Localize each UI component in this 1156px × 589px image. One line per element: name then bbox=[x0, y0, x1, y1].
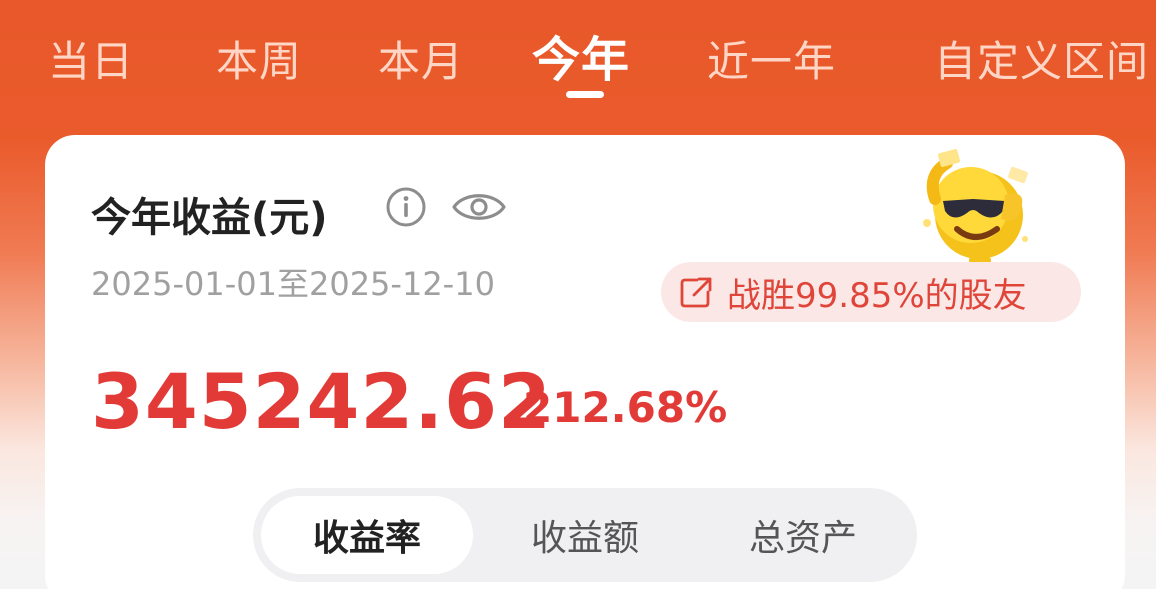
segment-return-rate[interactable]: 收益率 bbox=[261, 496, 473, 574]
tab-today[interactable]: 当日 bbox=[48, 28, 134, 89]
period-tab-bar: 当日 本周 本月 今年 近一年 自定义区间 bbox=[0, 0, 1156, 110]
eye-icon[interactable] bbox=[451, 187, 507, 227]
tab-custom-range[interactable]: 自定义区间 bbox=[934, 28, 1149, 89]
mascot-emoji-icon bbox=[923, 149, 1028, 265]
share-icon bbox=[680, 277, 712, 308]
segment-total-assets[interactable]: 总资产 bbox=[697, 496, 909, 574]
profit-percent: 212.68% bbox=[523, 383, 728, 432]
profit-card: 今年收益(元) 2025-01-01至2025-12-10 战胜99.85%的股… bbox=[45, 135, 1125, 589]
badge-text: 战胜99.85%的股友 bbox=[727, 275, 1027, 316]
profit-amount: 345242.62 bbox=[91, 357, 552, 446]
card-title: 今年收益(元) bbox=[91, 195, 328, 241]
beat-peers-badge[interactable]: 战胜99.85%的股友 bbox=[661, 262, 1081, 322]
tab-this-week[interactable]: 本周 bbox=[216, 28, 302, 89]
segment-profit-amount[interactable]: 收益额 bbox=[479, 496, 691, 574]
date-range: 2025-01-01至2025-12-10 bbox=[91, 265, 495, 303]
tab-this-year[interactable]: 今年 bbox=[532, 20, 630, 90]
tab-last-year[interactable]: 近一年 bbox=[707, 28, 836, 89]
metric-segmented-control: 收益率 收益额 总资产 bbox=[253, 488, 917, 582]
tab-this-month[interactable]: 本月 bbox=[378, 28, 464, 89]
info-icon[interactable] bbox=[385, 186, 427, 228]
active-tab-indicator bbox=[566, 91, 604, 98]
